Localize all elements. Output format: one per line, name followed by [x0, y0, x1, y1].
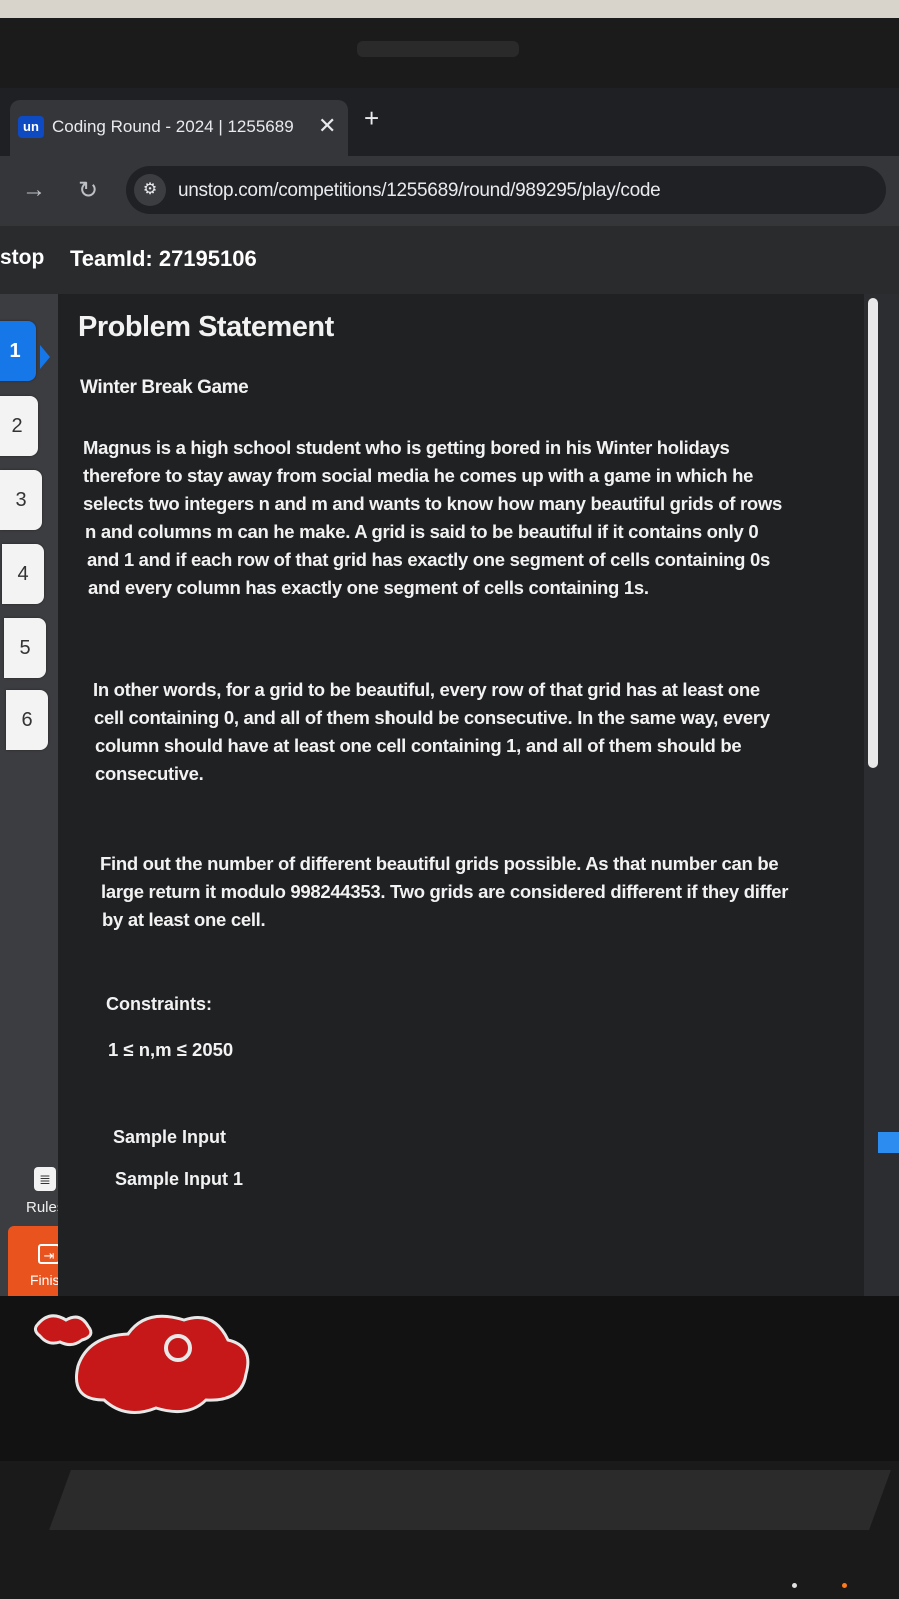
question-tab-1[interactable]: 1 — [0, 321, 36, 381]
browser-tab-bar: un Coding Round - 2024 | 1255689 ✕ + — [0, 88, 899, 156]
paragraph-line: by at least one cell. — [102, 909, 266, 930]
question-number: 5 — [19, 637, 31, 659]
paragraph-line: selects two integers n and m and wants t… — [83, 493, 782, 514]
problem-panel: Problem Statement Winter Break Game Magn… — [58, 294, 864, 1296]
new-tab-button[interactable]: + — [364, 105, 379, 131]
question-tab-4[interactable]: 4 — [2, 544, 44, 604]
background-wall — [0, 0, 899, 18]
rules-clipboard-icon[interactable]: ≣ — [34, 1167, 56, 1191]
tab-title: Coding Round - 2024 | 1255689 — [52, 117, 294, 136]
scrollbar-thumb[interactable] — [868, 298, 878, 768]
team-id: TeamId: 27195106 — [70, 246, 257, 271]
question-tab-5[interactable]: 5 — [4, 618, 46, 678]
problem-heading: Problem Statement — [78, 311, 334, 343]
constraints-text: 1 ≤ n,m ≤ 2050 — [108, 1039, 234, 1060]
paragraph-line: and every column has exactly one segment… — [88, 577, 649, 598]
status-light — [792, 1583, 797, 1588]
url-text[interactable]: unstop.com/competitions/1255689/round/98… — [178, 180, 661, 202]
sample-input-heading: Sample Input — [113, 1127, 227, 1147]
screen: un Coding Round - 2024 | 1255689 ✕ + → ↻… — [0, 88, 899, 1296]
paragraph-line: large return it modulo 998244353. Two gr… — [101, 881, 789, 902]
question-number: 1 — [9, 340, 21, 362]
app-header: stop TeamId: 27195106 — [0, 226, 899, 294]
question-number: 4 — [17, 563, 29, 585]
unstop-favicon-icon: un — [18, 116, 44, 138]
paragraph-line: n and columns m can he make. A grid is s… — [85, 521, 759, 542]
paragraph-line: and 1 and if each row of that grid has e… — [87, 549, 770, 570]
cloud-sticker-icon — [33, 1314, 250, 1414]
windows-logo-icon — [878, 1132, 899, 1153]
question-tab-2[interactable]: 2 — [0, 396, 38, 456]
monitor-top-bezel — [0, 18, 899, 88]
constraints-label: Constraints: — [106, 994, 213, 1014]
browser-tab[interactable]: un Coding Round - 2024 | 1255689 ✕ — [10, 100, 348, 156]
question-sidebar: 1 2 3 4 5 6 ≣ Rules ⇥ Finish — [0, 294, 98, 1296]
webcam-housing — [357, 41, 519, 57]
question-number: 6 — [21, 709, 33, 731]
paragraph-line: cell containing 0, and all of them shoul… — [94, 707, 770, 728]
status-light — [842, 1583, 847, 1588]
paragraph-line: column should have at least one cell con… — [95, 735, 742, 756]
paragraph-line: Find out the number of different beautif… — [100, 853, 779, 874]
text-cursor-icon: I — [386, 708, 392, 728]
question-number: 3 — [15, 489, 27, 511]
paragraph-line: therefore to stay away from social media… — [83, 465, 754, 486]
address-bar[interactable]: ⚙ unstop.com/competitions/1255689/round/… — [126, 166, 886, 214]
question-number: 2 — [11, 415, 23, 437]
question-tab-3[interactable]: 3 — [0, 470, 42, 530]
exit-icon: ⇥ — [38, 1244, 60, 1264]
paragraph-line: In other words, for a grid to be beautif… — [93, 679, 760, 700]
question-tab-6[interactable]: 6 — [6, 690, 48, 750]
keyboard-keys — [49, 1470, 891, 1530]
problem-title: Winter Break Game — [80, 377, 249, 398]
forward-arrow-icon[interactable]: → — [22, 176, 46, 204]
browser-toolbar: → ↻ ⚙ unstop.com/competitions/1255689/ro… — [0, 156, 899, 226]
paragraph-line: Magnus is a high school student who is g… — [83, 437, 730, 458]
active-indicator-arrow — [40, 345, 50, 369]
sample-input-1-label: Sample Input 1 — [115, 1169, 244, 1189]
site-settings-icon[interactable]: ⚙ — [134, 174, 166, 206]
brand-logo-text[interactable]: stop — [0, 246, 44, 270]
close-tab-icon[interactable]: ✕ — [318, 113, 336, 139]
reload-icon[interactable]: ↻ — [78, 176, 98, 205]
paragraph-line: consecutive. — [95, 763, 204, 784]
